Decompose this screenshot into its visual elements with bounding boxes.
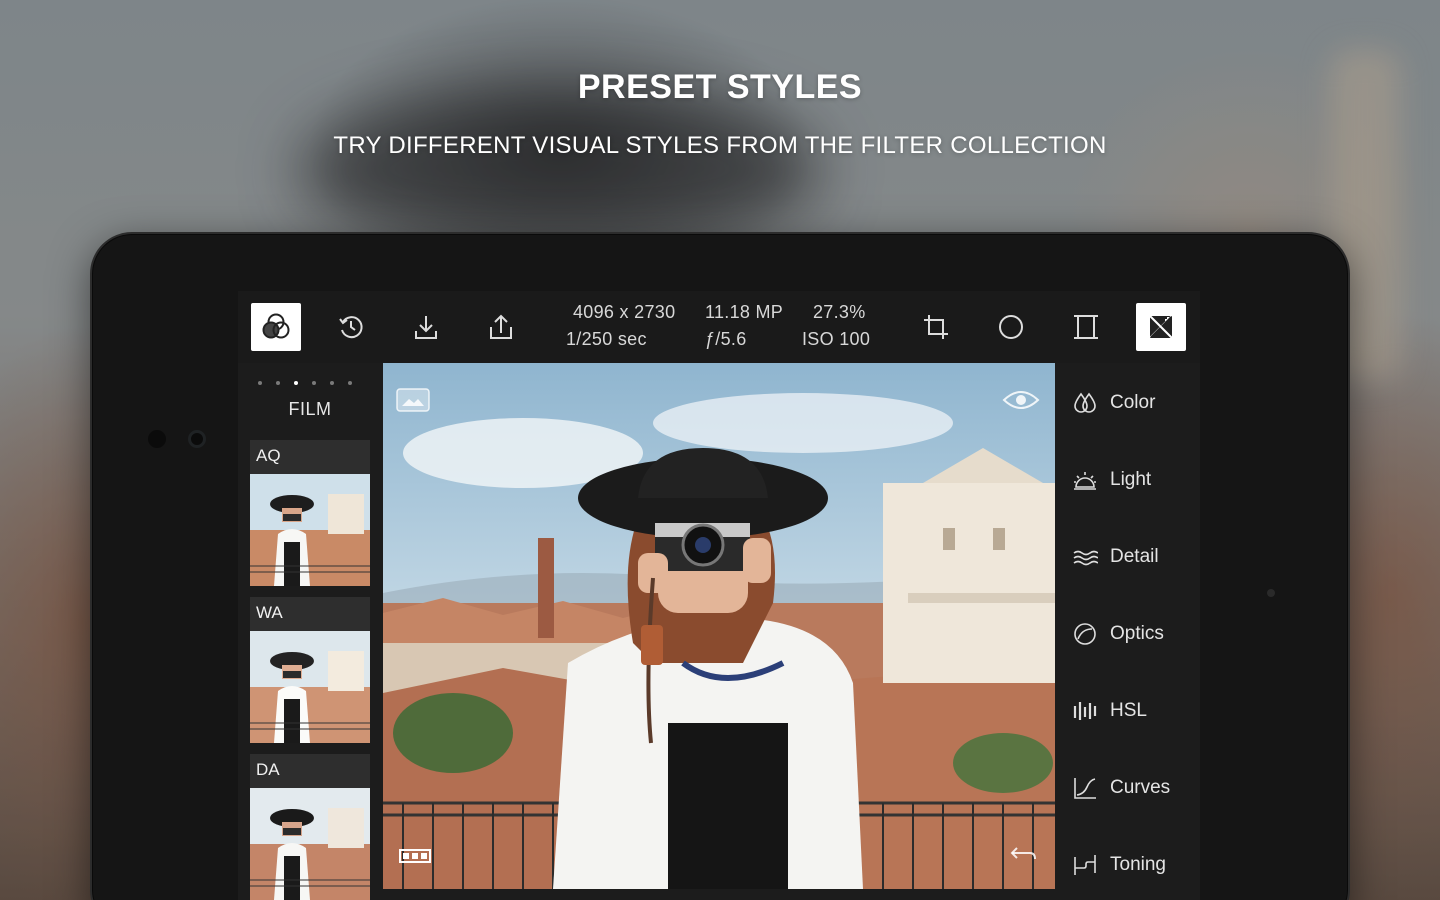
filter-panel: FILM AQ WA DA — [238, 363, 382, 900]
light-sensor — [1267, 589, 1275, 597]
app-screen: 4096 x 2730 11.18 MP 27.3% 1/250 sec ƒ/5… — [238, 291, 1200, 900]
filter-item-aq[interactable]: AQ — [250, 440, 370, 586]
filmstrip-icon — [399, 849, 431, 863]
filmstrip-button[interactable] — [395, 841, 435, 871]
eye-icon — [1002, 391, 1040, 409]
page-dot[interactable] — [312, 381, 316, 385]
crop-icon — [924, 315, 948, 339]
tool-label: Optics — [1110, 623, 1164, 644]
page-dot[interactable] — [276, 381, 280, 385]
top-toolbar: 4096 x 2730 11.18 MP 27.3% 1/250 sec ƒ/5… — [238, 291, 1200, 363]
filters-button[interactable] — [251, 303, 301, 351]
filter-label: WA — [256, 603, 283, 622]
tool-label: Detail — [1110, 546, 1159, 567]
filter-item-wa[interactable]: WA — [250, 597, 370, 743]
tool-color[interactable]: Color — [1072, 383, 1155, 423]
filter-item-da[interactable]: DA — [250, 754, 370, 900]
share-button[interactable] — [476, 303, 526, 351]
image-megapixels: 11.18 MP — [705, 302, 784, 322]
tools-panel: Color Light Detail Optics HSL Curves Ton… — [1056, 363, 1200, 900]
detail-waves-icon — [1073, 550, 1098, 566]
vignette-button[interactable] — [986, 303, 1036, 351]
image-icon — [396, 388, 430, 412]
undo-button[interactable] — [1005, 839, 1041, 869]
page-dot[interactable] — [330, 381, 334, 385]
history-icon — [339, 316, 363, 339]
filter-page-dots[interactable] — [258, 381, 352, 385]
filter-category-title[interactable]: FILM — [238, 399, 382, 420]
iso-value: ISO 100 — [802, 329, 871, 349]
undo-icon — [1010, 847, 1036, 860]
tool-label: Color — [1110, 392, 1156, 413]
tool-light[interactable]: Light — [1072, 460, 1151, 500]
page-dot[interactable] — [258, 381, 262, 385]
filter-thumbnail — [250, 631, 370, 743]
frame-button[interactable] — [1061, 303, 1111, 351]
tool-optics[interactable]: Optics — [1072, 614, 1164, 654]
page-dot[interactable] — [348, 381, 352, 385]
download-icon — [415, 316, 437, 339]
history-button[interactable] — [326, 303, 376, 351]
vignette-icon — [999, 315, 1023, 339]
photo-canvas[interactable] — [383, 363, 1055, 889]
crop-button[interactable] — [911, 303, 961, 351]
filter-thumbnail — [250, 788, 370, 900]
tool-toning[interactable]: Toning — [1072, 845, 1166, 885]
tool-hsl[interactable]: HSL — [1072, 691, 1147, 731]
share-icon — [490, 314, 512, 339]
tool-detail[interactable]: Detail — [1072, 537, 1159, 577]
front-sensor — [148, 430, 166, 448]
shutter-speed: 1/250 sec — [566, 329, 647, 349]
promo-subline: TRY DIFFERENT VISUAL STYLES FROM THE FIL… — [333, 132, 1107, 159]
compare-icon — [1149, 315, 1173, 339]
image-info-button[interactable] — [395, 387, 431, 413]
toning-icon — [1074, 855, 1096, 875]
filter-label: DA — [256, 760, 280, 779]
preview-toggle-button[interactable] — [1001, 385, 1041, 415]
light-sun-icon — [1074, 472, 1096, 490]
compare-button[interactable] — [1136, 303, 1186, 351]
promo-headline: PRESET STYLES — [577, 68, 863, 106]
tool-label: Toning — [1110, 854, 1166, 875]
optics-lens-icon — [1074, 623, 1096, 645]
zoom-level: 27.3% — [813, 302, 866, 322]
save-button[interactable] — [401, 303, 451, 351]
image-dimensions: 4096 x 2730 — [573, 302, 676, 322]
tool-label: HSL — [1110, 700, 1147, 721]
tool-label: Light — [1110, 469, 1152, 490]
tool-curves[interactable]: Curves — [1072, 768, 1170, 808]
front-camera — [188, 430, 206, 448]
filters-icon — [262, 313, 290, 339]
curves-icon — [1074, 778, 1096, 799]
edited-photo — [383, 363, 1055, 889]
color-drops-icon — [1074, 392, 1096, 413]
filter-label: AQ — [256, 446, 281, 465]
hsl-bars-icon — [1073, 702, 1097, 720]
tool-label: Curves — [1110, 777, 1171, 798]
aperture: ƒ/5.6 — [705, 329, 747, 349]
page-dot-active[interactable] — [294, 381, 298, 385]
filter-thumbnail — [250, 474, 370, 586]
frame-icon — [1074, 315, 1098, 339]
